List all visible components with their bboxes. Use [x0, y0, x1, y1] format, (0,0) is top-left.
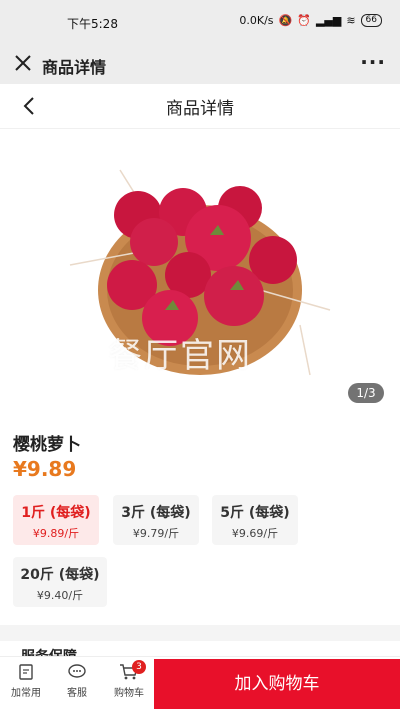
- spec-option[interactable]: 5斤 (每袋) ¥9.69/斤: [212, 495, 298, 545]
- section-divider: [0, 625, 400, 641]
- spec-unit-price: ¥9.69/斤: [231, 527, 279, 540]
- image-counter: 1/3: [348, 383, 384, 403]
- image-watermark: 餐厅官网: [108, 336, 252, 376]
- battery-icon: 66: [360, 14, 382, 27]
- product-name: 樱桃萝卜: [13, 435, 81, 455]
- tab-label: 购物车: [114, 688, 144, 699]
- signal-icon: ▂▄▆: [315, 14, 342, 27]
- mini-program-bar: 商品详情 ···: [0, 44, 400, 84]
- spec-option[interactable]: 3斤 (每袋) ¥9.79/斤: [113, 495, 199, 545]
- mini-program-title: 商品详情: [42, 58, 107, 77]
- spec-weight: 20斤 (每袋): [20, 567, 100, 583]
- spec-option[interactable]: 20斤 (每袋) ¥9.40/斤: [13, 557, 107, 607]
- tab-label: 加常用: [11, 688, 41, 699]
- status-icons: 0.0K/s 🔕 ⏰ ▂▄▆ ≋ 66: [239, 14, 382, 27]
- add-to-cart-button[interactable]: 加入购物车: [154, 659, 400, 709]
- spec-unit-price: ¥9.40/斤: [36, 589, 84, 602]
- note-add-icon: [19, 664, 33, 680]
- spec-weight: 5斤 (每袋): [220, 505, 290, 521]
- status-bar: 下午5:28 0.0K/s 🔕 ⏰ ▂▄▆ ≋ 66: [0, 0, 400, 44]
- spec-weight: 3斤 (每袋): [121, 505, 191, 521]
- cart-count-badge: 3: [132, 660, 146, 674]
- page-title: 商品详情: [166, 99, 234, 119]
- mute-icon: 🔕: [278, 14, 293, 27]
- spec-unit-price: ¥9.79/斤: [132, 527, 180, 540]
- spec-option[interactable]: 1斤 (每袋) ¥9.89/斤: [13, 495, 99, 545]
- tab-cart[interactable]: 3 购物车: [110, 660, 148, 699]
- tab-label: 客服: [67, 688, 87, 699]
- alarm-icon: ⏰: [297, 14, 311, 27]
- tab-customer-service[interactable]: 客服: [60, 663, 94, 699]
- wifi-icon: ≋: [346, 14, 356, 27]
- page-header: 商品详情: [0, 84, 400, 129]
- net-speed: 0.0K/s: [239, 14, 274, 27]
- bottom-action-bar: 加常用 客服 3 购物车 加入购物车: [0, 656, 400, 712]
- chat-icon: [68, 664, 86, 678]
- more-icon[interactable]: ···: [360, 50, 386, 74]
- spec-unit-price: ¥9.89/斤: [32, 527, 80, 540]
- product-price: ¥9.89: [13, 457, 77, 481]
- spec-weight: 1斤 (每袋): [21, 505, 91, 521]
- tab-add-favorite[interactable]: 加常用: [8, 663, 44, 699]
- close-icon[interactable]: [12, 52, 34, 74]
- status-time: 下午5:28: [67, 17, 118, 31]
